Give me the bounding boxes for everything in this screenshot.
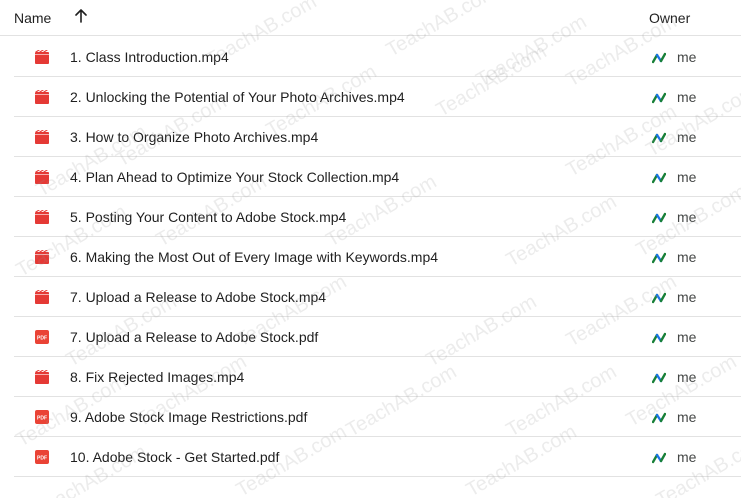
owner-avatar-icon xyxy=(651,251,667,264)
owner-avatar-icon xyxy=(651,211,667,224)
owner-name: me xyxy=(677,49,697,65)
owner-avatar-icon xyxy=(651,331,667,344)
owner-column-header[interactable]: Owner xyxy=(649,10,690,26)
file-row[interactable]: PDF 9. Adobe Stock Image Restrictions.pd… xyxy=(14,397,741,437)
owner-name: me xyxy=(677,289,697,305)
video-file-icon xyxy=(34,209,50,225)
file-name[interactable]: 5. Posting Your Content to Adobe Stock.m… xyxy=(70,209,346,225)
arrow-up-icon[interactable] xyxy=(72,7,90,25)
svg-text:PDF: PDF xyxy=(37,336,47,342)
owner-name: me xyxy=(677,89,697,105)
video-file-icon xyxy=(34,249,50,265)
file-row[interactable]: PDF 7. Upload a Release to Adobe Stock.p… xyxy=(14,317,741,357)
file-name[interactable]: 10. Adobe Stock - Get Started.pdf xyxy=(70,449,279,465)
file-row[interactable]: 2. Unlocking the Potential of Your Photo… xyxy=(14,77,741,117)
file-row[interactable]: 7. Upload a Release to Adobe Stock.mp4 m… xyxy=(14,277,741,317)
file-row[interactable]: 6. Making the Most Out of Every Image wi… xyxy=(14,237,741,277)
owner-name: me xyxy=(677,169,697,185)
file-list-header: Name Owner xyxy=(0,0,741,36)
file-row[interactable]: 1. Class Introduction.mp4 me xyxy=(14,37,741,77)
owner-name: me xyxy=(677,449,697,465)
file-row[interactable]: 8. Fix Rejected Images.mp4 me xyxy=(14,357,741,397)
file-row[interactable]: 5. Posting Your Content to Adobe Stock.m… xyxy=(14,197,741,237)
video-file-icon xyxy=(34,129,50,145)
file-row[interactable]: 4. Plan Ahead to Optimize Your Stock Col… xyxy=(14,157,741,197)
file-name[interactable]: 4. Plan Ahead to Optimize Your Stock Col… xyxy=(70,169,399,185)
owner-avatar-icon xyxy=(651,51,667,64)
owner-avatar-icon xyxy=(651,371,667,384)
owner-avatar-icon xyxy=(651,131,667,144)
owner-avatar-icon xyxy=(651,451,667,464)
file-name[interactable]: 3. How to Organize Photo Archives.mp4 xyxy=(70,129,318,145)
svg-text:PDF: PDF xyxy=(37,416,47,422)
name-column-header[interactable]: Name xyxy=(14,10,51,26)
file-row[interactable]: 3. How to Organize Photo Archives.mp4 me xyxy=(14,117,741,157)
video-file-icon xyxy=(34,49,50,65)
video-file-icon xyxy=(34,169,50,185)
file-row[interactable]: PDF 10. Adobe Stock - Get Started.pdf me xyxy=(14,437,741,477)
file-name[interactable]: 6. Making the Most Out of Every Image wi… xyxy=(70,249,438,265)
pdf-file-icon: PDF xyxy=(34,449,50,465)
owner-avatar-icon xyxy=(651,291,667,304)
owner-name: me xyxy=(677,249,697,265)
pdf-file-icon: PDF xyxy=(34,329,50,345)
video-file-icon xyxy=(34,289,50,305)
owner-name: me xyxy=(677,369,697,385)
file-list: 1. Class Introduction.mp4 me 2. Unlockin… xyxy=(0,37,741,477)
owner-avatar-icon xyxy=(651,411,667,424)
owner-avatar-icon xyxy=(651,91,667,104)
file-name[interactable]: 7. Upload a Release to Adobe Stock.pdf xyxy=(70,329,318,345)
owner-name: me xyxy=(677,209,697,225)
file-name[interactable]: 2. Unlocking the Potential of Your Photo… xyxy=(70,89,405,105)
file-name[interactable]: 8. Fix Rejected Images.mp4 xyxy=(70,369,244,385)
file-name[interactable]: 7. Upload a Release to Adobe Stock.mp4 xyxy=(70,289,326,305)
video-file-icon xyxy=(34,89,50,105)
owner-name: me xyxy=(677,409,697,425)
video-file-icon xyxy=(34,369,50,385)
owner-name: me xyxy=(677,329,697,345)
svg-text:PDF: PDF xyxy=(37,456,47,462)
owner-avatar-icon xyxy=(651,171,667,184)
file-name[interactable]: 9. Adobe Stock Image Restrictions.pdf xyxy=(70,409,307,425)
file-name[interactable]: 1. Class Introduction.mp4 xyxy=(70,49,229,65)
pdf-file-icon: PDF xyxy=(34,409,50,425)
owner-name: me xyxy=(677,129,697,145)
